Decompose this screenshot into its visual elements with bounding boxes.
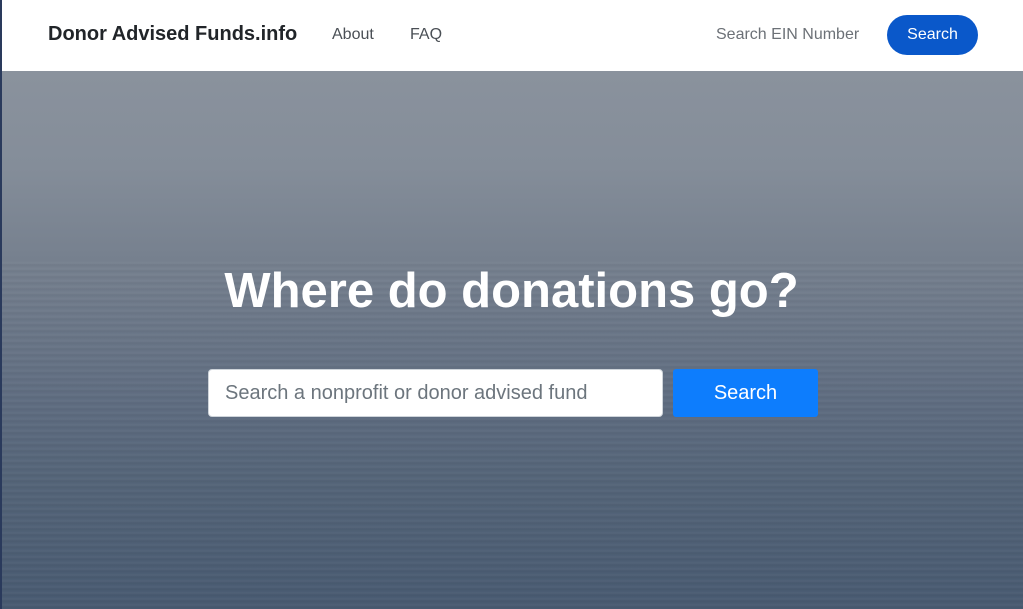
hero-search-button[interactable]: Search bbox=[673, 369, 818, 417]
hero-title: Where do donations go? bbox=[224, 264, 799, 318]
hero-section: Where do donations go? Search bbox=[0, 71, 1023, 609]
nav-link-faq[interactable]: FAQ bbox=[410, 26, 442, 44]
ein-search-input[interactable] bbox=[700, 18, 872, 52]
page: Donor Advised Funds.info About FAQ Searc… bbox=[0, 0, 1023, 609]
nav-link-about[interactable]: About bbox=[332, 26, 374, 44]
nav-search-button[interactable]: Search bbox=[887, 15, 978, 55]
window-edge bbox=[0, 0, 2, 609]
brand-link[interactable]: Donor Advised Funds.info bbox=[48, 23, 297, 46]
navbar: Donor Advised Funds.info About FAQ Searc… bbox=[0, 0, 1023, 71]
hero-search-input[interactable] bbox=[208, 369, 663, 417]
